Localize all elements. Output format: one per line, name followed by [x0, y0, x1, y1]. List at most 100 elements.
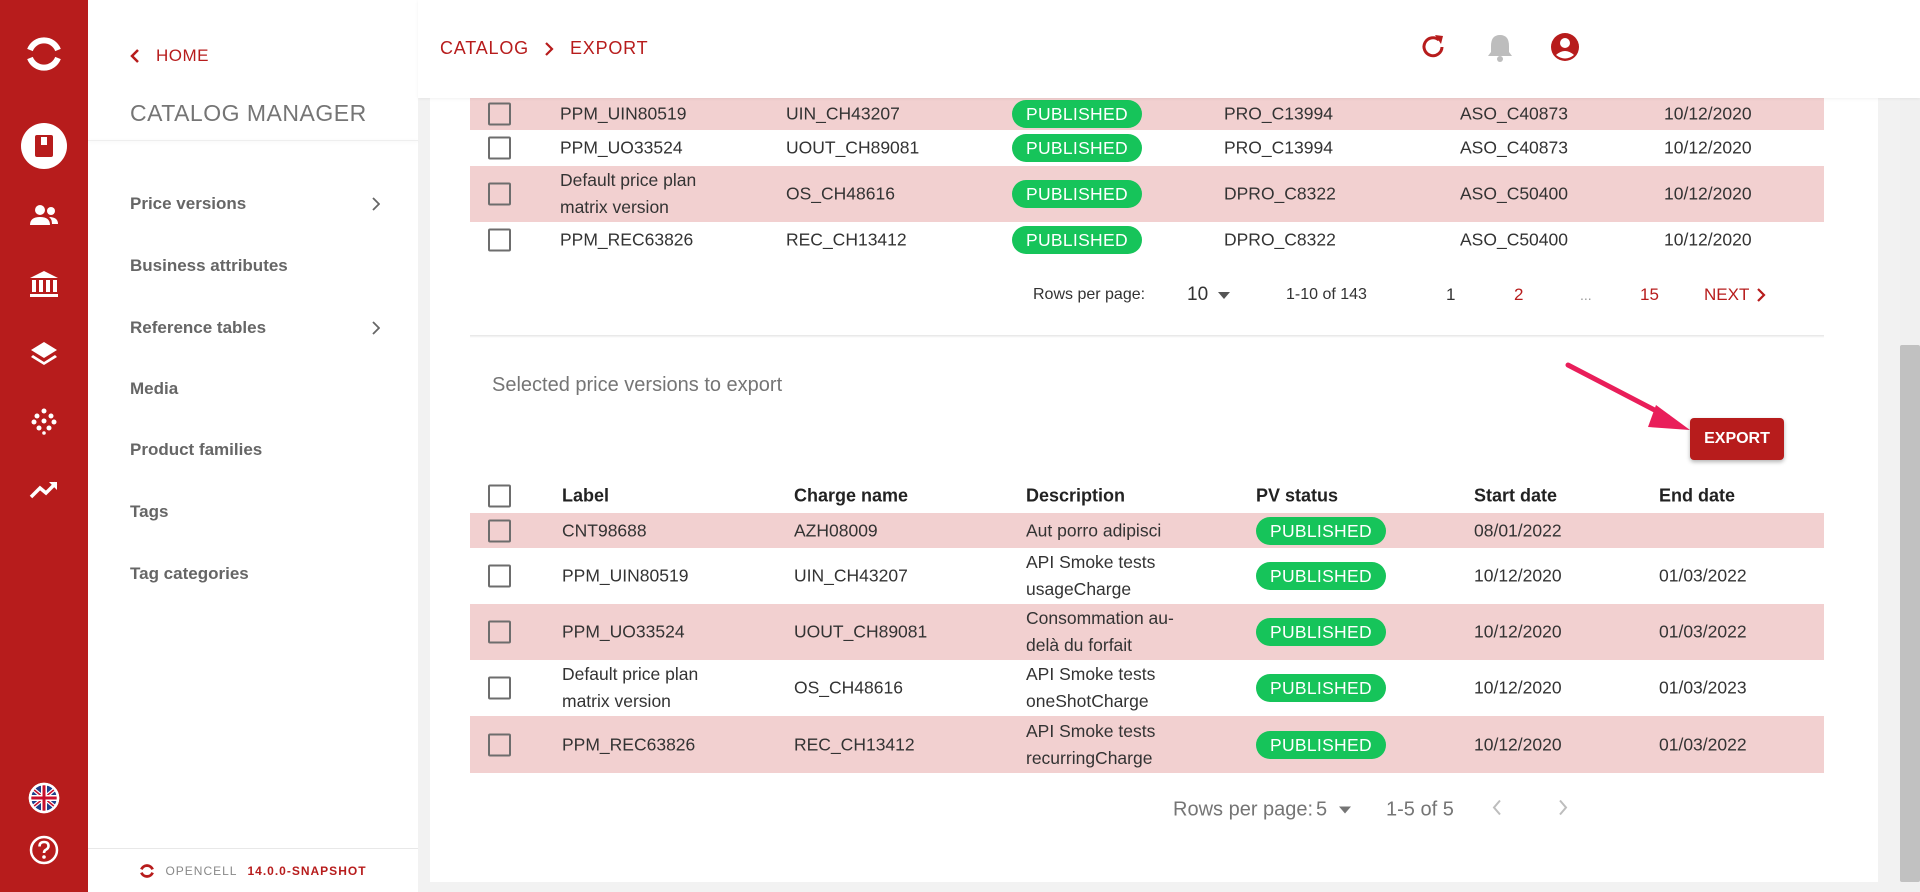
sidebar-item-reference-tables[interactable]: Reference tables [130, 313, 380, 343]
description-line: API Smoke tests [1026, 664, 1156, 684]
page-link-15[interactable]: 15 [1640, 285, 1659, 305]
caret-down-icon [1339, 806, 1352, 814]
page-link-2[interactable]: 2 [1514, 285, 1523, 305]
rows-per-page-select[interactable]: 5 [1316, 799, 1352, 822]
export-button[interactable]: EXPORT [1690, 418, 1784, 460]
row-checkbox[interactable] [488, 228, 511, 252]
app-version: 14.0.0-SNAPSHOT [247, 863, 367, 878]
label-cell: PPM_UIN80519 [560, 103, 687, 124]
label-line: matrix version [562, 691, 671, 711]
table-row[interactable]: PPM_UO33524 UOUT_CH89081 PUBLISHED PRO_C… [470, 130, 1824, 166]
next-page-button[interactable]: NEXT [1704, 285, 1766, 305]
label-cell: Default price plan matrix version [560, 167, 696, 221]
sidebar-item-media[interactable]: Media [130, 374, 380, 404]
code-cell: ASO_C50400 [1460, 183, 1568, 204]
opencell-logo-icon [140, 863, 155, 878]
table-row[interactable]: Default price plan matrix version OS_CH4… [470, 660, 1824, 716]
dots-grid-icon[interactable] [0, 401, 88, 441]
app-name: OPENCELL [165, 863, 238, 878]
description-cell: Consommation au- delà du forfait [1026, 605, 1174, 659]
catalog-sidebar: HOME CATALOG MANAGER Price versions Busi… [88, 0, 418, 892]
table-row[interactable]: CNT98688 AZH08009 Aut porro adipisci PUB… [470, 513, 1824, 548]
breadcrumb-export: EXPORT [569, 38, 649, 58]
home-back-link[interactable]: HOME [130, 46, 209, 66]
top-bar: CATALOG EXPORT [418, 0, 1920, 98]
row-checkbox[interactable] [488, 564, 511, 588]
charge-cell: UOUT_CH89081 [786, 137, 920, 158]
finance-bank-icon[interactable] [0, 264, 88, 304]
table-row[interactable]: PPM_UO33524 UOUT_CH89081 Consommation au… [470, 604, 1824, 660]
main-content: PPM_UIN80519 UIN_CH43207 PUBLISHED PRO_C… [430, 0, 1878, 892]
sidebar-item-label: Media [130, 379, 179, 398]
sidebar-item-label: Reference tables [130, 318, 267, 337]
status-badge: PUBLISHED [1012, 180, 1142, 208]
sidebar-item-price-versions[interactable]: Price versions [130, 189, 380, 219]
table-row[interactable]: PPM_UIN80519 UIN_CH43207 PUBLISHED PRO_C… [470, 98, 1824, 130]
charge-cell: OS_CH48616 [786, 183, 895, 204]
charge-cell: REC_CH13412 [786, 229, 907, 250]
row-checkbox[interactable] [488, 733, 511, 756]
page-ellipsis: ... [1580, 287, 1592, 303]
column-header-label[interactable]: Label [562, 483, 609, 510]
sidebar-item-label: Tag categories [130, 564, 249, 583]
row-checkbox[interactable] [488, 102, 511, 126]
date-cell: 10/12/2020 [1664, 229, 1752, 250]
rows-per-page-select[interactable]: 10 [1187, 284, 1231, 306]
catalog-book-icon[interactable] [0, 123, 88, 169]
row-checkbox[interactable] [488, 136, 511, 160]
layers-icon[interactable] [0, 334, 88, 374]
column-header-pv-status[interactable]: PV status [1256, 483, 1338, 510]
page-scrollbar-thumb[interactable] [1900, 345, 1920, 882]
help-icon[interactable] [0, 830, 88, 870]
sidebar-item-label: Product families [130, 440, 263, 459]
row-checkbox[interactable] [488, 519, 511, 542]
notifications-bell-icon[interactable] [1486, 32, 1514, 67]
charge-cell: AZH08009 [794, 520, 878, 540]
rows-per-page-label: Rows per page: [1173, 798, 1314, 821]
chevron-left-icon [130, 49, 139, 63]
table-row[interactable]: PPM_REC63826 REC_CH13412 API Smoke tests… [470, 716, 1824, 773]
sidebar-item-business-attributes[interactable]: Business attributes [130, 251, 380, 281]
sidebar-item-tags[interactable]: Tags [130, 497, 380, 527]
description-cell: API Smoke tests oneShotCharge [1026, 661, 1155, 715]
row-checkbox[interactable] [488, 620, 511, 644]
export-card: PPM_UIN80519 UIN_CH43207 PUBLISHED PRO_C… [430, 0, 1878, 882]
top-table-pagination: Rows per page: 10 1-10 of 143 1 2 ... 15… [470, 277, 1824, 313]
column-header-description[interactable]: Description [1026, 483, 1125, 510]
table-row[interactable]: PPM_UIN80519 UIN_CH43207 API Smoke tests… [470, 548, 1824, 604]
pagination-range: 1-10 of 143 [1286, 286, 1367, 303]
rows-per-page-label: Rows per page: [1033, 286, 1146, 303]
refresh-icon[interactable] [1418, 32, 1448, 67]
prev-page-button[interactable] [1492, 799, 1502, 822]
description-line: API Smoke tests [1026, 720, 1156, 741]
column-header-charge-name[interactable]: Charge name [794, 483, 908, 510]
chevron-right-icon [545, 41, 554, 56]
next-page-button[interactable] [1558, 799, 1568, 822]
select-all-checkbox[interactable] [488, 484, 511, 508]
column-header-end-date[interactable]: End date [1659, 483, 1735, 510]
sidebar-item-tag-categories[interactable]: Tag categories [130, 559, 380, 589]
home-label: HOME [156, 46, 209, 65]
table-row[interactable]: Default price plan matrix version OS_CH4… [470, 166, 1824, 222]
table-row[interactable]: PPM_REC63826 REC_CH13412 PUBLISHED DPRO_… [470, 222, 1824, 258]
code-cell: PRO_C13994 [1224, 103, 1333, 124]
customers-icon[interactable] [0, 195, 88, 235]
page-link-1[interactable]: 1 [1446, 285, 1455, 305]
language-flag-icon[interactable] [0, 778, 88, 818]
opencell-logo-icon[interactable] [0, 32, 88, 76]
trending-up-icon[interactable] [0, 470, 88, 510]
end-date-cell: 01/03/2022 [1659, 734, 1747, 754]
selected-table-pagination: Rows per page: 5 1-5 of 5 [470, 792, 1824, 828]
row-checkbox[interactable] [488, 676, 511, 700]
user-account-icon[interactable] [1550, 32, 1580, 67]
breadcrumb-catalog[interactable]: CATALOG [440, 38, 529, 59]
row-checkbox[interactable] [488, 182, 511, 206]
charge-cell: UIN_CH43207 [794, 565, 908, 586]
charge-cell: REC_CH13412 [794, 734, 915, 754]
column-header-start-date[interactable]: Start date [1474, 483, 1557, 510]
description-line: recurringCharge [1026, 747, 1153, 768]
chevron-right-icon [372, 321, 380, 335]
status-badge: PUBLISHED [1256, 562, 1386, 590]
sidebar-item-product-families[interactable]: Product families [130, 435, 380, 465]
date-cell: 10/12/2020 [1664, 137, 1752, 158]
